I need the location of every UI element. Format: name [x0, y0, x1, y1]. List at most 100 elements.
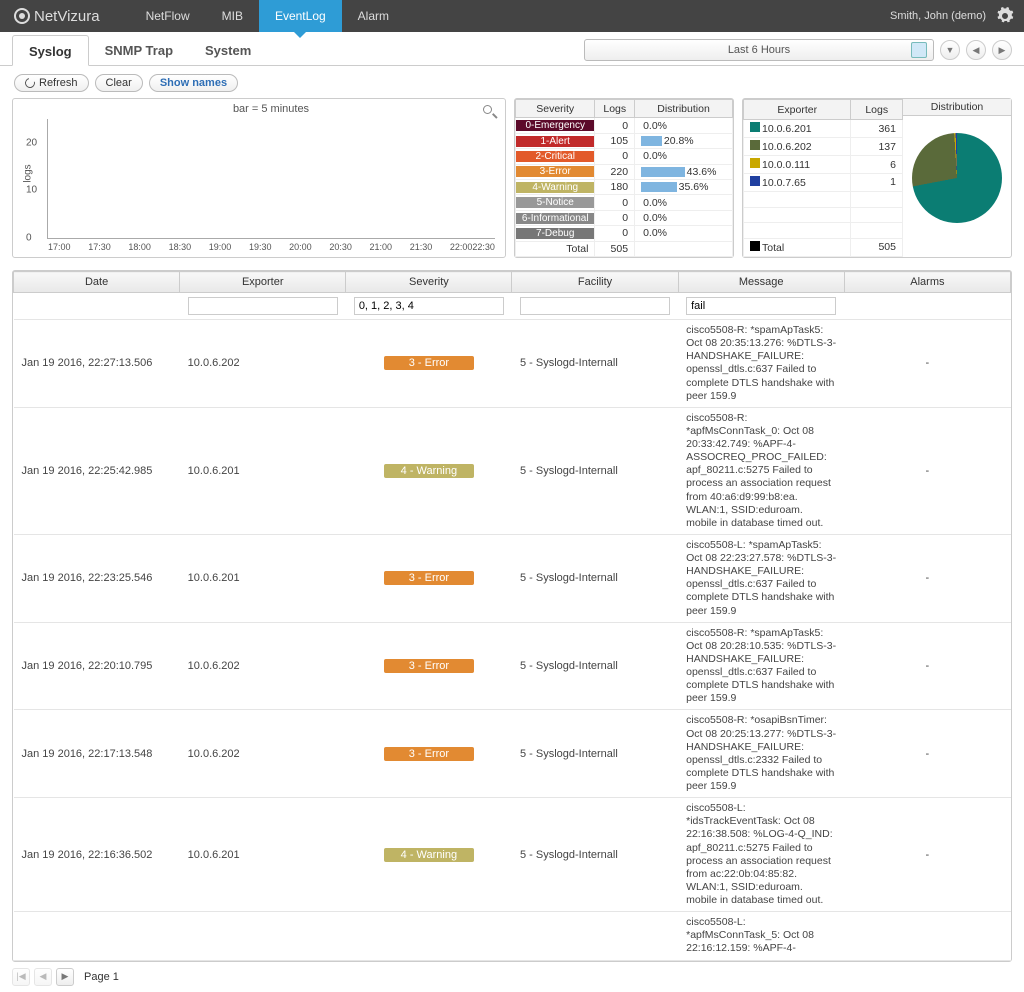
- time-prev-button[interactable]: ◀: [966, 40, 986, 60]
- log-row[interactable]: Jan 19 2016, 22:16:36.50210.0.6.2014 - W…: [14, 798, 1011, 912]
- log-alarm: -: [844, 710, 1010, 798]
- exp-header: Exporter: [744, 100, 851, 120]
- log-header[interactable]: Alarms: [844, 272, 1010, 293]
- nav-alarm[interactable]: Alarm: [342, 0, 405, 32]
- logo-icon: [14, 8, 30, 24]
- x-tick: 20:30: [329, 242, 352, 252]
- sev-dist: 0.0%: [635, 195, 733, 210]
- exp-row[interactable]: 10.0.6.202137: [744, 138, 903, 156]
- nav-eventlog[interactable]: EventLog: [259, 0, 342, 32]
- exp-total-row: Total505: [744, 238, 903, 256]
- log-message: cisco5508-L: *idsTrackEventTask: Oct 08 …: [678, 798, 844, 912]
- sev-header: Severity: [516, 100, 595, 118]
- clear-button[interactable]: Clear: [95, 74, 143, 92]
- log-facility: 5 - Syslogd-Internall: [512, 407, 678, 534]
- show-names-button[interactable]: Show names: [149, 74, 238, 92]
- log-date: Jan 19 2016, 22:16:36.502: [14, 798, 180, 912]
- time-down-button[interactable]: ▼: [940, 40, 960, 60]
- y-tick: 20: [26, 137, 37, 148]
- sev-dist: 20.8%: [635, 133, 733, 148]
- pager: |◀ ◀ ▶ Page 1: [0, 962, 1024, 992]
- log-date: Jan 19 2016, 22:27:13.506: [14, 320, 180, 408]
- log-sev-pill: 4 - Warning: [384, 464, 474, 478]
- page-first-button[interactable]: |◀: [12, 968, 30, 986]
- filter-severity[interactable]: [354, 297, 504, 315]
- page-prev-button[interactable]: ◀: [34, 968, 52, 986]
- clear-label: Clear: [106, 77, 132, 89]
- log-header[interactable]: Date: [14, 272, 180, 293]
- exp-logs: 1: [851, 173, 903, 191]
- log-date: Jan 19 2016, 22:17:13.548: [14, 710, 180, 798]
- sev-dist: 0.0%: [635, 226, 733, 241]
- sev-badge: 1-Alert: [516, 136, 594, 147]
- tab-snmp-trap[interactable]: SNMP Trap: [89, 35, 189, 65]
- log-date: Jan 19 2016, 22:25:42.985: [14, 407, 180, 534]
- exp-ip: 10.0.6.201: [744, 120, 851, 138]
- page-label: Page 1: [84, 971, 119, 983]
- sev-logs: 0: [595, 118, 635, 133]
- log-header[interactable]: Message: [678, 272, 844, 293]
- x-tick: 17:00: [48, 242, 71, 252]
- time-next-button[interactable]: ▶: [992, 40, 1012, 60]
- log-sev-pill: 3 - Error: [384, 571, 474, 585]
- sev-dist: 0.0%: [635, 118, 733, 133]
- log-header[interactable]: Exporter: [180, 272, 346, 293]
- toolbar: Refresh Clear Show names: [0, 66, 1024, 98]
- log-facility: 5 - Syslogd-Internall: [512, 798, 678, 912]
- log-exporter: 10.0.6.202: [180, 622, 346, 710]
- y-tick: 0: [26, 233, 32, 244]
- log-header[interactable]: Severity: [346, 272, 512, 293]
- filter-exporter[interactable]: [188, 297, 338, 315]
- exp-row[interactable]: 10.0.7.651: [744, 173, 903, 191]
- sev-logs: 0: [595, 226, 635, 241]
- x-tick: 17:30: [88, 242, 111, 252]
- tab-system[interactable]: System: [189, 35, 267, 65]
- log-header[interactable]: Facility: [512, 272, 678, 293]
- page-next-button[interactable]: ▶: [56, 968, 74, 986]
- sev-row[interactable]: 0-Emergency00.0%: [516, 118, 733, 133]
- log-sev-pill: 3 - Error: [384, 747, 474, 761]
- log-row[interactable]: Jan 19 2016, 22:25:42.98510.0.6.2014 - W…: [14, 407, 1011, 534]
- refresh-button[interactable]: Refresh: [14, 74, 89, 92]
- tab-syslog[interactable]: Syslog: [12, 35, 89, 66]
- sev-dist: 0.0%: [635, 210, 733, 225]
- exp-ip: 10.0.7.65: [744, 173, 851, 191]
- log-facility: 5 - Syslogd-Internall: [512, 534, 678, 622]
- log-alarm: -: [844, 407, 1010, 534]
- filter-facility[interactable]: [520, 297, 670, 315]
- time-range-select[interactable]: Last 6 Hours: [584, 39, 934, 61]
- log-facility: 5 - Syslogd-Internall: [512, 710, 678, 798]
- log-date: Jan 19 2016, 22:23:25.546: [14, 534, 180, 622]
- exp-row[interactable]: 10.0.6.201361: [744, 120, 903, 138]
- log-message: cisco5508-R: *apfMsConnTask_0: Oct 08 20…: [678, 407, 844, 534]
- log-message: cisco5508-R: *spamApTask5: Oct 08 20:28:…: [678, 622, 844, 710]
- sev-row[interactable]: 4-Warning18035.6%: [516, 180, 733, 195]
- sev-row[interactable]: 6-Informational00.0%: [516, 210, 733, 225]
- filter-message[interactable]: [686, 297, 836, 315]
- log-row[interactable]: Jan 19 2016, 22:27:13.50610.0.6.2023 - E…: [14, 320, 1011, 408]
- sev-badge: 4-Warning: [516, 182, 594, 193]
- zoom-icon[interactable]: [483, 105, 497, 119]
- gear-icon[interactable]: [996, 7, 1014, 25]
- sev-logs: 0: [595, 210, 635, 225]
- log-row[interactable]: Jan 19 2016, 22:20:10.79510.0.6.2023 - E…: [14, 622, 1011, 710]
- x-tick: 21:30: [410, 242, 433, 252]
- log-date: Jan 19 2016, 22:20:10.795: [14, 622, 180, 710]
- log-exporter: 10.0.6.202: [180, 320, 346, 408]
- log-row[interactable]: Jan 19 2016, 22:17:13.54810.0.6.2023 - E…: [14, 710, 1011, 798]
- sev-row[interactable]: 3-Error22043.6%: [516, 164, 733, 179]
- user-name[interactable]: Smith, John (demo): [890, 10, 986, 22]
- log-row[interactable]: cisco5508-L: *apfMsConnTask_5: Oct 08 22…: [14, 912, 1011, 960]
- chart-y-label: logs: [23, 164, 34, 182]
- brand: NetVizura: [14, 8, 100, 25]
- nav-mib[interactable]: MIB: [206, 0, 259, 32]
- exp-row[interactable]: 10.0.0.1116: [744, 156, 903, 174]
- nav-netflow[interactable]: NetFlow: [130, 0, 206, 32]
- sev-row[interactable]: 1-Alert10520.8%: [516, 133, 733, 148]
- sev-row[interactable]: 7-Debug00.0%: [516, 226, 733, 241]
- sev-row[interactable]: 2-Critical00.0%: [516, 149, 733, 164]
- sev-row[interactable]: 5-Notice00.0%: [516, 195, 733, 210]
- chart-title: bar = 5 minutes: [47, 103, 495, 115]
- log-row[interactable]: Jan 19 2016, 22:23:25.54610.0.6.2013 - E…: [14, 534, 1011, 622]
- log-message: cisco5508-L: *spamApTask5: Oct 08 22:23:…: [678, 534, 844, 622]
